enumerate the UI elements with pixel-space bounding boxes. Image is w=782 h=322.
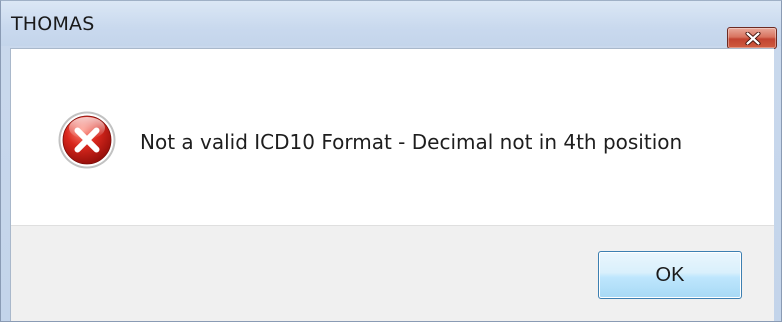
dialog-window: THOMAS Not a valid ICD10 Format - Decima… <box>0 0 782 322</box>
window-title: THOMAS <box>11 13 95 35</box>
message-area: Not a valid ICD10 Format - Decimal not i… <box>11 49 774 225</box>
button-area: OK <box>11 225 774 321</box>
close-icon <box>745 32 761 45</box>
close-button[interactable] <box>727 27 777 49</box>
ok-button[interactable]: OK <box>598 251 742 299</box>
dialog-body: Not a valid ICD10 Format - Decimal not i… <box>10 48 774 321</box>
error-icon <box>58 111 116 169</box>
title-bar[interactable]: THOMAS <box>1 1 781 49</box>
error-message: Not a valid ICD10 Format - Decimal not i… <box>140 130 683 154</box>
